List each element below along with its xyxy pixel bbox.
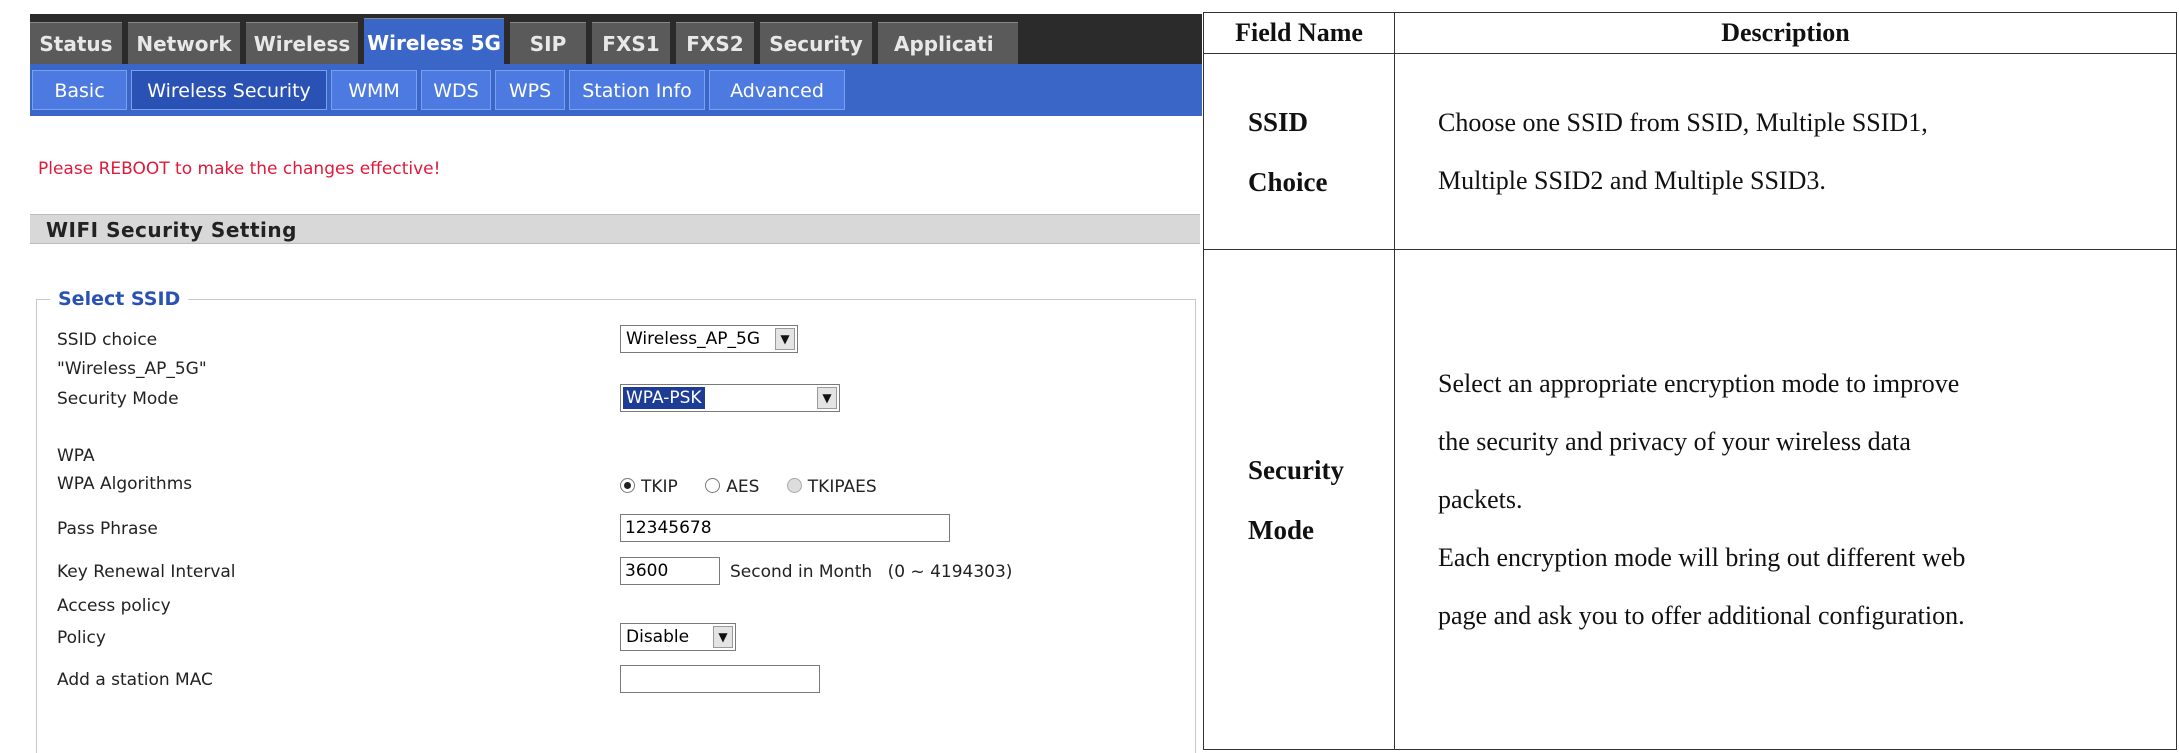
header-field-name: Field Name (1203, 12, 1395, 54)
field-name-cell: SSID Choice (1203, 53, 1395, 250)
radio-aes[interactable]: AES (705, 477, 759, 497)
sub-tab-bar: Basic Wireless Security WMM WDS WPS Stat… (30, 64, 1202, 116)
subtab-wps[interactable]: WPS (495, 70, 565, 110)
subtab-wmm[interactable]: WMM (331, 70, 417, 110)
description-line: Each encryption mode will bring out diff… (1438, 542, 1966, 572)
policy-select[interactable]: Disable ▼ (620, 623, 736, 651)
reboot-notice: Please REBOOT to make the changes effect… (38, 159, 441, 179)
tab-sip[interactable]: SIP (510, 22, 586, 64)
field-name-line: SSID (1248, 106, 1309, 137)
radio-checked-icon (620, 478, 635, 493)
key-renewal-unit: Second in Month (0 ~ 4194303) (730, 562, 1012, 582)
ssid-choice-value: Wireless_AP_5G (626, 329, 760, 349)
main-tab-bar: Status Network Wireless Wireless 5G SIP … (30, 14, 1202, 64)
subtab-advanced[interactable]: Advanced (709, 70, 845, 110)
pass-phrase-label: Pass Phrase (57, 519, 158, 539)
subtab-basic[interactable]: Basic (32, 70, 127, 110)
subtab-wds[interactable]: WDS (421, 70, 491, 110)
key-renewal-unit-text: Second in Month (730, 562, 873, 582)
wpa-algorithms-label: WPA Algorithms (57, 474, 193, 494)
section-title: WIFI Security Setting (30, 214, 1200, 244)
radio-tkip[interactable]: TKIP (620, 477, 678, 497)
key-renewal-input[interactable]: 3600 (620, 557, 720, 585)
header-description: Description (1394, 12, 2177, 54)
key-renewal-range: (0 ~ 4194303) (887, 562, 1013, 582)
access-policy-label: Access policy (57, 596, 171, 616)
tab-fxs2[interactable]: FXS2 (676, 22, 754, 64)
field-description-table: Field Name Description SSID Choice Choos… (1203, 12, 2177, 750)
description-line: packets. (1438, 484, 1523, 514)
subtab-wireless-security[interactable]: Wireless Security (131, 70, 327, 110)
security-mode-value: WPA-PSK (623, 387, 705, 409)
field-name-line: Mode (1248, 514, 1314, 545)
key-renewal-label: Key Renewal Interval (57, 562, 236, 582)
ssid-choice-label: SSID choice (57, 330, 158, 350)
wpa-label: WPA (57, 446, 95, 466)
ssid-choice-select[interactable]: Wireless_AP_5G ▼ (620, 325, 798, 353)
table-header-row: Field Name Description (1203, 12, 2177, 54)
field-name-line: Security (1248, 454, 1344, 485)
router-config-panel: Status Network Wireless Wireless 5G SIP … (30, 14, 1202, 753)
subtab-station-info[interactable]: Station Info (569, 70, 705, 110)
tab-status[interactable]: Status (30, 22, 122, 64)
field-name-cell: Security Mode (1203, 249, 1395, 750)
tab-fxs1[interactable]: FXS1 (592, 22, 670, 64)
description-line: Multiple SSID2 and Multiple SSID3. (1438, 165, 1826, 195)
security-mode-select[interactable]: WPA-PSK ▼ (620, 384, 840, 412)
radio-tkipaes[interactable]: TKIPAES (786, 477, 877, 497)
wpa-algorithms-radios: TKIP AES TKIPAES (620, 477, 877, 497)
radio-aes-label: AES (726, 477, 760, 497)
description-line: Select an appropriate encryption mode to… (1438, 368, 1960, 398)
chevron-down-icon: ▼ (817, 387, 837, 409)
tab-applications[interactable]: Applicati (878, 22, 1018, 64)
security-mode-label: Security Mode (57, 389, 179, 409)
radio-tkipaes-label: TKIPAES (807, 477, 877, 497)
radio-disabled-icon (786, 478, 802, 493)
table-row: SSID Choice Choose one SSID from SSID, M… (1203, 53, 2177, 250)
pass-phrase-input[interactable]: 12345678 (620, 514, 950, 542)
select-ssid-legend: Select SSID (50, 288, 189, 310)
radio-unchecked-icon (705, 478, 721, 493)
description-cell: Choose one SSID from SSID, Multiple SSID… (1394, 53, 2177, 250)
description-cell: Select an appropriate encryption mode to… (1394, 249, 2177, 750)
tab-wireless-5g[interactable]: Wireless 5G (364, 18, 504, 64)
description-line: page and ask you to offer additional con… (1438, 600, 1965, 630)
chevron-down-icon: ▼ (713, 626, 733, 648)
add-mac-input[interactable] (620, 665, 820, 693)
policy-value: Disable (626, 627, 690, 647)
chevron-down-icon: ▼ (775, 328, 795, 350)
description-line: Choose one SSID from SSID, Multiple SSID… (1438, 107, 1928, 137)
tab-network[interactable]: Network (128, 22, 240, 64)
description-line: the security and privacy of your wireles… (1438, 426, 1911, 456)
field-name-line: Choice (1248, 166, 1328, 197)
tab-wireless[interactable]: Wireless (246, 22, 358, 64)
ssid-quoted-label: "Wireless_AP_5G" (57, 359, 207, 379)
tab-security[interactable]: Security (760, 22, 872, 64)
radio-tkip-label: TKIP (641, 477, 678, 497)
policy-label: Policy (57, 628, 106, 648)
table-row: Security Mode Select an appropriate encr… (1203, 249, 2177, 750)
add-mac-label: Add a station MAC (57, 670, 213, 690)
